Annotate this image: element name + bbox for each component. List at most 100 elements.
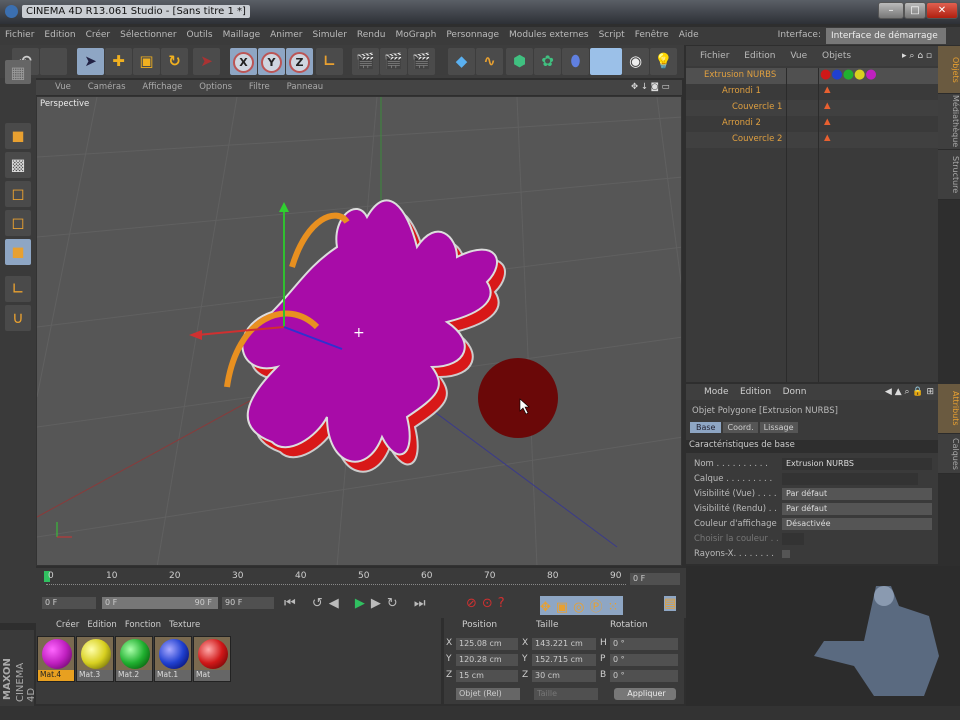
last-tool-icon[interactable]: ➤ bbox=[193, 48, 220, 75]
calque-input[interactable] bbox=[782, 473, 918, 485]
edges-mode-icon[interactable]: ◻ bbox=[5, 210, 31, 236]
move-tool-icon[interactable]: ✚ bbox=[105, 48, 132, 75]
viewport-perspective[interactable]: Perspective + bbox=[36, 96, 682, 566]
menu-fenetre[interactable]: Fenêtre bbox=[630, 27, 674, 45]
menu-maillage[interactable]: Maillage bbox=[218, 27, 266, 45]
minimize-button[interactable]: – bbox=[878, 2, 904, 19]
render-view-icon[interactable]: 🎬 bbox=[352, 48, 379, 75]
viewport-nav-icons[interactable]: ✥ ↓ ◙ ▭ bbox=[624, 80, 677, 95]
object-row[interactable]: Couvercle 2 ▲ bbox=[686, 132, 938, 148]
menu-rendu[interactable]: Rendu bbox=[352, 27, 391, 45]
render-settings-icon[interactable]: 🎬 bbox=[408, 48, 435, 75]
axis-mode-icon[interactable]: ∟ bbox=[5, 276, 31, 302]
color-swatch[interactable] bbox=[782, 533, 804, 545]
material-tags-icon[interactable]: ●●●●● bbox=[820, 67, 877, 82]
apply-button[interactable]: Appliquer bbox=[614, 688, 676, 700]
vp-menu-options[interactable]: Options bbox=[192, 82, 239, 92]
menu-edition[interactable]: Edition bbox=[39, 27, 80, 45]
size-mode-select[interactable]: Taille bbox=[534, 688, 598, 700]
snap-icon[interactable]: ∪ bbox=[5, 305, 31, 331]
visibilite-rendu-select[interactable]: Par défaut bbox=[782, 503, 932, 515]
redo-icon[interactable] bbox=[40, 48, 67, 75]
render-picture-icon[interactable]: 🎬 bbox=[380, 48, 407, 75]
timeline-toggle-icon[interactable]: ▤ bbox=[664, 596, 677, 611]
object-row[interactable]: Couvercle 1 ▲ bbox=[686, 100, 938, 116]
start-frame-field[interactable]: 0 F bbox=[42, 597, 96, 609]
menu-animer[interactable]: Animer bbox=[265, 27, 307, 45]
maximize-button[interactable]: □ bbox=[904, 2, 926, 19]
mat-menu-fonction[interactable]: Fonction bbox=[125, 620, 161, 630]
menu-mograph[interactable]: MoGraph bbox=[390, 27, 441, 45]
playback-controls[interactable]: ⏮ ↺◀ ▶▶↻ ⏭ bbox=[284, 596, 432, 611]
record-keys-icons[interactable]: ⊘⊙? bbox=[466, 596, 510, 611]
vp-menu-affichage[interactable]: Affichage bbox=[135, 82, 189, 92]
floor-icon[interactable] bbox=[590, 48, 622, 75]
key-filter-icons[interactable]: ✥▣◎Ⓟ⁙ bbox=[540, 596, 624, 615]
tab-calques[interactable]: Calques bbox=[938, 434, 960, 474]
tab-lissage[interactable]: Lissage bbox=[759, 422, 798, 433]
range-end[interactable]: 90 F bbox=[160, 597, 218, 609]
vp-menu-filtre[interactable]: Filtre bbox=[242, 82, 277, 92]
size-x-field[interactable]: 143.221 cm bbox=[532, 638, 596, 650]
points-mode-icon[interactable]: ◻ bbox=[5, 181, 31, 207]
position-y-field[interactable]: 120.28 cm bbox=[456, 654, 518, 666]
light-icon[interactable]: 💡 bbox=[650, 48, 677, 75]
menu-creer[interactable]: Créer bbox=[81, 27, 116, 45]
menu-outils[interactable]: Outils bbox=[182, 27, 218, 45]
mat-menu-edition[interactable]: Edition bbox=[87, 620, 116, 630]
am-nav-icons[interactable]: ◀ ▲ ⌕ 🔒 ⊞ bbox=[885, 384, 934, 400]
object-row[interactable]: Arrondi 2 ▲ bbox=[686, 116, 938, 132]
coord-mode-select[interactable]: Objet (Rel) bbox=[456, 688, 520, 700]
couleur-affichage-select[interactable]: Désactivée bbox=[782, 518, 932, 530]
menu-fichier[interactable]: Fichier bbox=[0, 27, 39, 45]
size-y-field[interactable]: 152.715 cm bbox=[532, 654, 596, 666]
nurbs-icon[interactable]: ⬢ bbox=[506, 48, 533, 75]
polygons-mode-icon[interactable]: ◼ bbox=[5, 239, 31, 265]
cube-primitive-icon[interactable]: ◆ bbox=[448, 48, 475, 75]
nom-input[interactable]: Extrusion NURBS bbox=[782, 458, 932, 470]
rotation-p-field[interactable]: 0 ° bbox=[610, 654, 678, 666]
coordinate-system-icon[interactable]: ∟ bbox=[316, 48, 343, 75]
tab-attributs[interactable]: Attributs bbox=[938, 384, 960, 434]
z-axis-lock-button[interactable]: Z bbox=[286, 48, 313, 75]
texture-mode-icon[interactable]: ▩ bbox=[5, 152, 31, 178]
material-mat2[interactable]: Mat.2 bbox=[115, 636, 153, 682]
menu-personnage[interactable]: Personnage bbox=[441, 27, 504, 45]
rotation-h-field[interactable]: 0 ° bbox=[610, 638, 678, 650]
mat-menu-creer[interactable]: Créer bbox=[56, 620, 79, 630]
menu-simuler[interactable]: Simuler bbox=[307, 27, 351, 45]
om-menu-edition[interactable]: Edition bbox=[738, 51, 781, 61]
object-row[interactable]: Extrusion NURBS ●●●●● bbox=[686, 67, 938, 84]
object-row[interactable]: Arrondi 1 ▲ bbox=[686, 84, 938, 100]
tab-mediatheque[interactable]: Médiathèque bbox=[938, 94, 960, 150]
om-menu-fichier[interactable]: Fichier bbox=[694, 51, 735, 61]
timeline[interactable]: 0 10 20 30 40 50 60 70 80 90 0 F bbox=[36, 568, 686, 594]
menu-selectionner[interactable]: Sélectionner bbox=[115, 27, 181, 45]
tab-structure[interactable]: Structure bbox=[938, 150, 960, 200]
tab-base[interactable]: Base bbox=[690, 422, 722, 433]
material-mat[interactable]: Mat bbox=[193, 636, 231, 682]
position-z-field[interactable]: 15 cm bbox=[456, 670, 518, 682]
vp-menu-vue[interactable]: Vue bbox=[48, 82, 78, 92]
deformer-icon[interactable]: ⬮ bbox=[562, 48, 589, 75]
array-icon[interactable]: ✿ bbox=[534, 48, 561, 75]
x-axis-lock-button[interactable]: X bbox=[230, 48, 257, 75]
position-x-field[interactable]: 125.08 cm bbox=[456, 638, 518, 650]
tab-coord[interactable]: Coord. bbox=[723, 422, 758, 433]
make-editable-icon[interactable]: ▦ bbox=[5, 60, 31, 84]
material-mat4[interactable]: Mat.4 bbox=[37, 636, 75, 682]
size-z-field[interactable]: 30 cm bbox=[532, 670, 596, 682]
spline-icon[interactable]: ∿ bbox=[476, 48, 503, 75]
range-start[interactable]: 0 F bbox=[102, 597, 160, 609]
am-menu-mode[interactable]: Mode bbox=[704, 387, 729, 397]
scale-tool-icon[interactable]: ▣ bbox=[133, 48, 160, 75]
menu-script[interactable]: Script bbox=[594, 27, 630, 45]
y-axis-lock-button[interactable]: Y bbox=[258, 48, 285, 75]
menu-aide[interactable]: Aide bbox=[674, 27, 704, 45]
material-mat1[interactable]: Mat.1 bbox=[154, 636, 192, 682]
close-button[interactable]: ✕ bbox=[926, 2, 958, 19]
rotate-tool-icon[interactable]: ↻ bbox=[161, 48, 188, 75]
camera-icon[interactable]: ◉ bbox=[622, 48, 649, 75]
am-menu-donn[interactable]: Donn bbox=[783, 387, 807, 397]
om-menu-vue[interactable]: Vue bbox=[784, 51, 813, 61]
